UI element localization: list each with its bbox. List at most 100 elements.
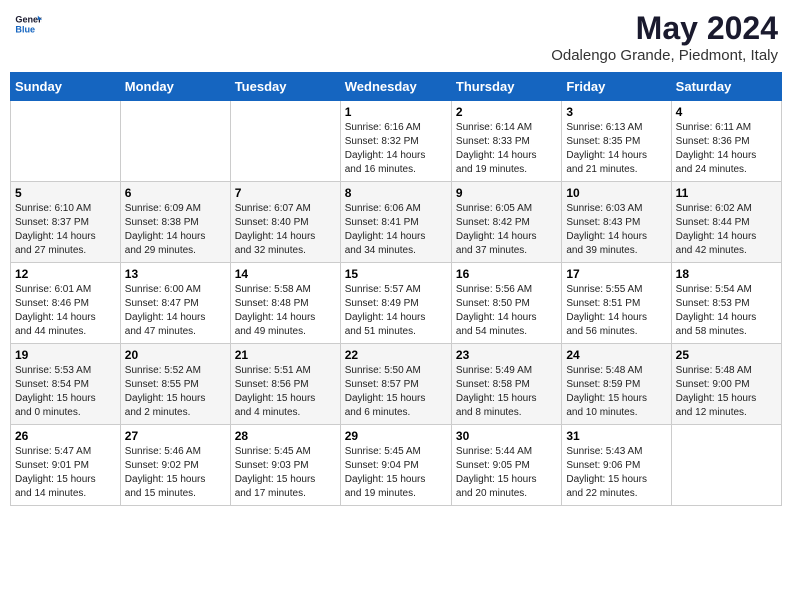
day-header-tuesday: Tuesday — [230, 73, 340, 101]
day-info: Sunrise: 6:06 AM Sunset: 8:41 PM Dayligh… — [345, 202, 447, 258]
day-number: 30 — [456, 429, 557, 443]
day-info: Sunrise: 5:57 AM Sunset: 8:49 PM Dayligh… — [345, 283, 447, 339]
day-number: 8 — [345, 186, 447, 200]
day-number: 27 — [125, 429, 226, 443]
day-cell: 17 Sunrise: 5:55 AM Sunset: 8:51 PM Dayli… — [562, 263, 671, 344]
day-info: Sunrise: 6:07 AM Sunset: 8:40 PM Dayligh… — [235, 202, 336, 258]
day-info: Sunrise: 5:46 AM Sunset: 9:02 PM Dayligh… — [125, 445, 226, 501]
week-row-5: 26 Sunrise: 5:47 AM Sunset: 9:01 PM Dayli… — [11, 425, 782, 506]
day-info: Sunrise: 5:50 AM Sunset: 8:57 PM Dayligh… — [345, 364, 447, 420]
day-cell: 29Sunrise: 5:45 AM Sunset: 9:04 PM Dayli… — [340, 425, 451, 506]
logo-icon: General Blue — [14, 10, 42, 38]
day-cell: 2Sunrise: 6:14 AM Sunset: 8:33 PM Daylig… — [451, 101, 561, 182]
day-number: 3 — [566, 105, 666, 119]
day-info: Sunrise: 6:10 AM Sunset: 8:37 PM Dayligh… — [15, 202, 116, 258]
day-number: 20 — [125, 348, 226, 362]
day-info: Sunrise: 5:48 AM Sunset: 8:59 PM Dayligh… — [566, 364, 666, 420]
day-cell: 22 Sunrise: 5:50 AM Sunset: 8:57 PM Dayli… — [340, 344, 451, 425]
week-row-4: 19 Sunrise: 5:53 AM Sunset: 8:54 PM Dayli… — [11, 344, 782, 425]
day-cell: 16 Sunrise: 5:56 AM Sunset: 8:50 PM Dayli… — [451, 263, 561, 344]
day-info: Sunrise: 5:56 AM Sunset: 8:50 PM Dayligh… — [456, 283, 557, 339]
day-number: 11 — [676, 186, 777, 200]
day-number: 24 — [566, 348, 666, 362]
day-cell: 25Sunrise: 5:48 AM Sunset: 9:00 PM Dayli… — [671, 344, 781, 425]
day-cell: 12 Sunrise: 6:01 AM Sunset: 8:46 PM Dayli… — [11, 263, 121, 344]
day-number: 6 — [125, 186, 226, 200]
day-info: Sunrise: 5:43 AM Sunset: 9:06 PM Dayligh… — [566, 445, 666, 501]
day-cell — [120, 101, 230, 182]
day-info: Sunrise: 5:47 AM Sunset: 9:01 PM Dayligh… — [15, 445, 116, 501]
day-cell: 6Sunrise: 6:09 AM Sunset: 8:38 PM Daylig… — [120, 182, 230, 263]
day-cell: 27 Sunrise: 5:46 AM Sunset: 9:02 PM Dayli… — [120, 425, 230, 506]
day-info: Sunrise: 6:16 AM Sunset: 8:32 PM Dayligh… — [345, 121, 447, 177]
day-number: 7 — [235, 186, 336, 200]
day-number: 29 — [345, 429, 447, 443]
calendar: SundayMondayTuesdayWednesdayThursdayFrid… — [10, 72, 782, 506]
day-number: 2 — [456, 105, 557, 119]
day-cell: 8 Sunrise: 6:06 AM Sunset: 8:41 PM Daylig… — [340, 182, 451, 263]
header: General Blue May 2024 Odalengo Grande, P… — [10, 10, 782, 64]
day-cell: 10 Sunrise: 6:03 AM Sunset: 8:43 PM Dayli… — [562, 182, 671, 263]
day-cell — [11, 101, 121, 182]
day-info: Sunrise: 6:05 AM Sunset: 8:42 PM Dayligh… — [456, 202, 557, 258]
day-info: Sunrise: 6:11 AM Sunset: 8:36 PM Dayligh… — [676, 121, 777, 177]
day-cell: 26 Sunrise: 5:47 AM Sunset: 9:01 PM Dayli… — [11, 425, 121, 506]
day-info: Sunrise: 5:48 AM Sunset: 9:00 PM Dayligh… — [676, 364, 777, 420]
day-cell: 31Sunrise: 5:43 AM Sunset: 9:06 PM Dayli… — [562, 425, 671, 506]
svg-text:Blue: Blue — [15, 24, 35, 34]
day-number: 14 — [235, 267, 336, 281]
day-number: 4 — [676, 105, 777, 119]
day-header-sunday: Sunday — [11, 73, 121, 101]
day-cell: 19 Sunrise: 5:53 AM Sunset: 8:54 PM Dayli… — [11, 344, 121, 425]
day-cell: 21Sunrise: 5:51 AM Sunset: 8:56 PM Dayli… — [230, 344, 340, 425]
day-cell: 3Sunrise: 6:13 AM Sunset: 8:35 PM Daylig… — [562, 101, 671, 182]
day-number: 19 — [15, 348, 116, 362]
day-number: 13 — [125, 267, 226, 281]
day-info: Sunrise: 5:51 AM Sunset: 8:56 PM Dayligh… — [235, 364, 336, 420]
title-area: May 2024 Odalengo Grande, Piedmont, Ital… — [551, 10, 778, 64]
day-cell: 13 Sunrise: 6:00 AM Sunset: 8:47 PM Dayli… — [120, 263, 230, 344]
day-cell: 18Sunrise: 5:54 AM Sunset: 8:53 PM Dayli… — [671, 263, 781, 344]
day-cell: 28 Sunrise: 5:45 AM Sunset: 9:03 PM Dayli… — [230, 425, 340, 506]
day-info: Sunrise: 6:03 AM Sunset: 8:43 PM Dayligh… — [566, 202, 666, 258]
day-cell: 30 Sunrise: 5:44 AM Sunset: 9:05 PM Dayli… — [451, 425, 561, 506]
week-row-2: 5 Sunrise: 6:10 AM Sunset: 8:37 PM Daylig… — [11, 182, 782, 263]
day-number: 12 — [15, 267, 116, 281]
day-info: Sunrise: 5:45 AM Sunset: 9:03 PM Dayligh… — [235, 445, 336, 501]
day-info: Sunrise: 5:55 AM Sunset: 8:51 PM Dayligh… — [566, 283, 666, 339]
day-cell: 23Sunrise: 5:49 AM Sunset: 8:58 PM Dayli… — [451, 344, 561, 425]
day-number: 15 — [345, 267, 447, 281]
day-number: 23 — [456, 348, 557, 362]
day-number: 16 — [456, 267, 557, 281]
day-info: Sunrise: 6:00 AM Sunset: 8:47 PM Dayligh… — [125, 283, 226, 339]
day-number: 9 — [456, 186, 557, 200]
day-cell: 7 Sunrise: 6:07 AM Sunset: 8:40 PM Daylig… — [230, 182, 340, 263]
day-number: 10 — [566, 186, 666, 200]
day-info: Sunrise: 6:01 AM Sunset: 8:46 PM Dayligh… — [15, 283, 116, 339]
day-cell: 1Sunrise: 6:16 AM Sunset: 8:32 PM Daylig… — [340, 101, 451, 182]
day-cell — [230, 101, 340, 182]
day-header-wednesday: Wednesday — [340, 73, 451, 101]
day-info: Sunrise: 5:53 AM Sunset: 8:54 PM Dayligh… — [15, 364, 116, 420]
day-info: Sunrise: 5:44 AM Sunset: 9:05 PM Dayligh… — [456, 445, 557, 501]
day-info: Sunrise: 5:52 AM Sunset: 8:55 PM Dayligh… — [125, 364, 226, 420]
day-header-friday: Friday — [562, 73, 671, 101]
day-info: Sunrise: 6:02 AM Sunset: 8:44 PM Dayligh… — [676, 202, 777, 258]
day-number: 5 — [15, 186, 116, 200]
day-number: 26 — [15, 429, 116, 443]
day-number: 28 — [235, 429, 336, 443]
day-number: 17 — [566, 267, 666, 281]
day-number: 22 — [345, 348, 447, 362]
main-title: May 2024 — [551, 10, 778, 47]
day-cell: 20 Sunrise: 5:52 AM Sunset: 8:55 PM Dayli… — [120, 344, 230, 425]
day-cell: 24 Sunrise: 5:48 AM Sunset: 8:59 PM Dayli… — [562, 344, 671, 425]
day-cell: 14 Sunrise: 5:58 AM Sunset: 8:48 PM Dayli… — [230, 263, 340, 344]
day-info: Sunrise: 5:58 AM Sunset: 8:48 PM Dayligh… — [235, 283, 336, 339]
week-row-3: 12 Sunrise: 6:01 AM Sunset: 8:46 PM Dayli… — [11, 263, 782, 344]
week-row-1: 1Sunrise: 6:16 AM Sunset: 8:32 PM Daylig… — [11, 101, 782, 182]
subtitle: Odalengo Grande, Piedmont, Italy — [551, 47, 778, 64]
day-header-thursday: Thursday — [451, 73, 561, 101]
day-cell: 15 Sunrise: 5:57 AM Sunset: 8:49 PM Dayli… — [340, 263, 451, 344]
logo: General Blue — [14, 10, 46, 38]
day-cell: 4 Sunrise: 6:11 AM Sunset: 8:36 PM Daylig… — [671, 101, 781, 182]
